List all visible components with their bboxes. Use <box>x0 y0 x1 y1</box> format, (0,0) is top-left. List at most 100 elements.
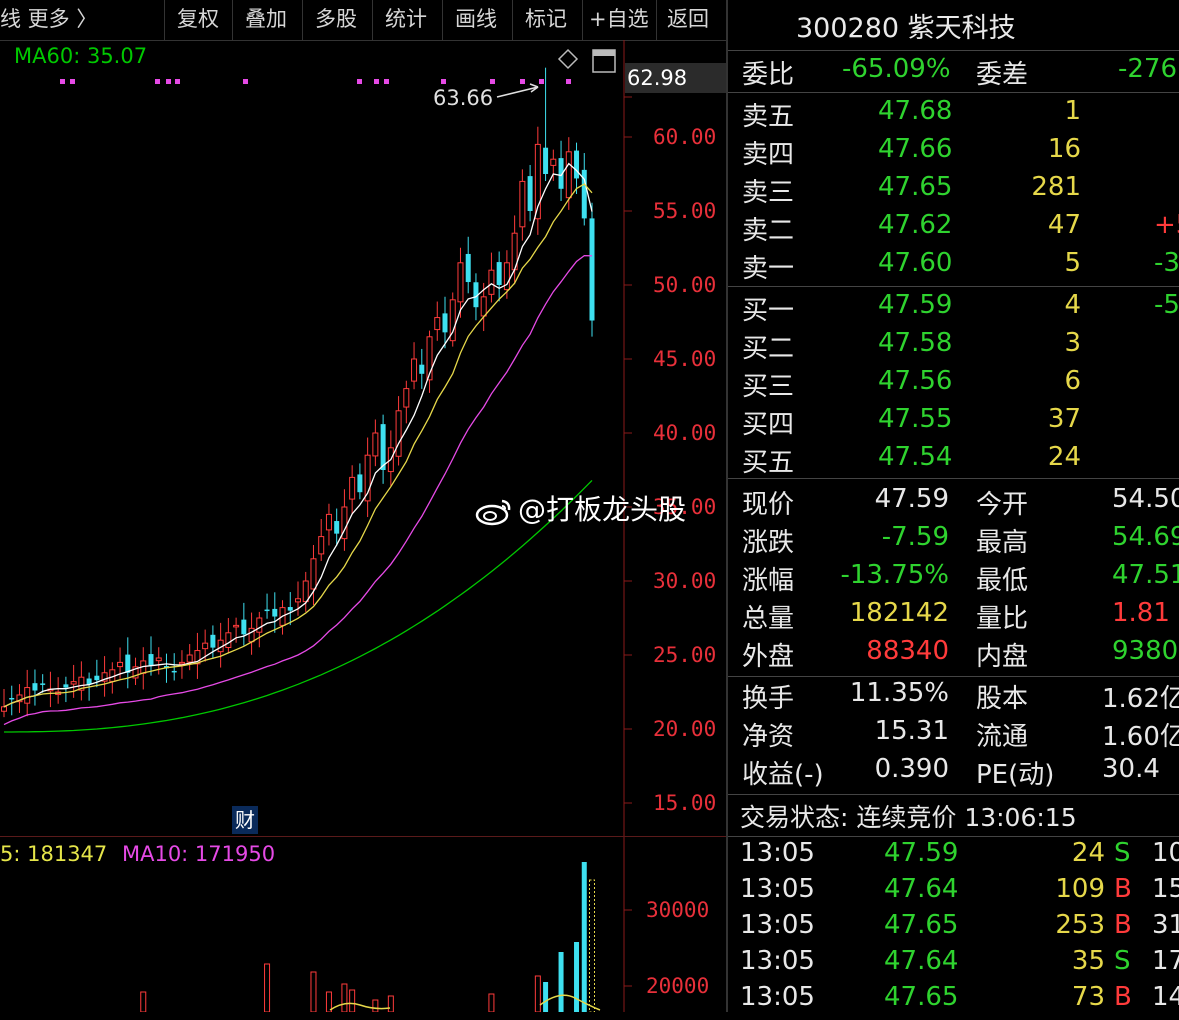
candle-body <box>411 358 418 382</box>
candle-body <box>63 684 69 688</box>
info-label: 净资 <box>742 722 795 752</box>
candle-body <box>155 657 162 662</box>
add-favorite-button[interactable]: +自选 <box>582 0 661 40</box>
weibi-label: 委比 <box>742 60 795 90</box>
stat-value: 47.51 <box>1112 560 1179 590</box>
bid-label: 买四 <box>742 410 795 440</box>
bid-label: 买二 <box>742 334 795 364</box>
volume-bar <box>488 993 495 1012</box>
candlestick-chart[interactable] <box>0 40 726 840</box>
candle-body <box>295 598 301 603</box>
weibo-watermark: @打板龙头股 <box>474 488 686 528</box>
bid-row: 买五 47.54 24 <box>728 442 1179 480</box>
candle-body <box>94 675 100 681</box>
y-tick-20: 20.00 <box>653 717 717 741</box>
tick-price: 47.59 <box>884 838 959 868</box>
ask-volume: 16 <box>1047 134 1081 164</box>
candle-body <box>488 269 495 295</box>
candle-body <box>186 654 193 663</box>
y-tick-45: 45.00 <box>653 347 717 371</box>
ask-row: 卖四 47.66 16 <box>728 134 1179 172</box>
candle-body <box>372 432 379 457</box>
tick-side: S <box>1114 838 1131 868</box>
info-label: PE(动) <box>976 760 1055 790</box>
candle-body <box>248 627 255 643</box>
candle-body <box>287 607 293 611</box>
volume-bar <box>140 991 147 1012</box>
y-tick-55: 55.00 <box>653 199 717 223</box>
volume-bar <box>387 995 394 1012</box>
info-label: 换手 <box>742 684 795 714</box>
bid-volume: 24 <box>1047 442 1081 472</box>
candle-body <box>1 706 7 712</box>
stat-label: 今开 <box>976 490 1029 520</box>
candle-body <box>349 476 356 500</box>
info-row: 净资 15.31 流通 1.60亿 <box>728 716 1179 754</box>
kline-panel[interactable]: 线 更多 〉 复权 叠加 多股 统计 画线 标记 +自选 返回 MA60: 35… <box>0 0 727 1012</box>
stat-label: 量比 <box>976 604 1029 634</box>
candle-body <box>70 681 77 685</box>
tick-side: S <box>1114 946 1131 976</box>
bid-label: 买三 <box>742 372 795 402</box>
back-button[interactable]: 返回 <box>656 0 735 40</box>
tick-volume: 73 <box>1071 982 1105 1012</box>
tick-extra: 14 <box>1152 982 1179 1012</box>
mark-button[interactable]: 标记 <box>512 0 593 40</box>
info-row: 收益(-) 0.390 PE(动) 30.4 <box>728 754 1179 792</box>
info-row: 换手 11.35% 股本 1.62亿 <box>728 678 1179 716</box>
finance-marker[interactable]: 财 <box>232 806 258 834</box>
candle-body <box>403 388 410 408</box>
candle-body <box>178 661 185 665</box>
candle-body <box>543 147 549 174</box>
stat-row: 涨幅 -13.75% 最低 47.51 <box>728 560 1179 598</box>
peak-price-label: 63.66 <box>433 86 494 110</box>
ask-price: 47.62 <box>878 210 953 240</box>
candle-body <box>256 617 263 633</box>
volume-bar <box>558 952 564 1012</box>
candle-body <box>357 474 363 493</box>
weibi-row: 委比 -65.09% 委差 -276 <box>728 54 1179 92</box>
candle-body <box>32 683 38 691</box>
tick-extra: 15 <box>1152 874 1179 904</box>
ask-change: +5 <box>1154 210 1179 240</box>
multi-stock-button[interactable]: 多股 <box>302 0 383 40</box>
tick-extra: 17 <box>1152 946 1179 976</box>
bid-row: 买二 47.58 3 <box>728 328 1179 366</box>
tick-row: 13:05 47.59 24 S 10 <box>728 838 1179 876</box>
candle-body <box>550 158 557 166</box>
stats-button[interactable]: 统计 <box>372 0 453 40</box>
stat-label: 最高 <box>976 528 1029 558</box>
ask-label: 卖四 <box>742 140 795 170</box>
stat-label: 内盘 <box>976 642 1029 672</box>
ask-change: -3 <box>1154 248 1179 278</box>
ask-volume: 281 <box>1031 172 1081 202</box>
tick-side: B <box>1114 874 1132 904</box>
volume-bars <box>140 862 595 1012</box>
candle-body <box>565 151 572 199</box>
tick-side: B <box>1114 982 1132 1012</box>
bid-price: 47.55 <box>878 404 953 434</box>
candle-body <box>496 262 502 285</box>
stat-value: 47.59 <box>874 484 949 514</box>
bid-price: 47.58 <box>878 328 953 358</box>
tick-extra: 10 <box>1152 838 1179 868</box>
tick-row: 13:05 47.65 253 B 31 <box>728 910 1179 948</box>
draw-line-button[interactable]: 画线 <box>442 0 523 40</box>
bid-row: 买三 47.56 6 <box>728 366 1179 404</box>
ask-label: 卖一 <box>742 254 795 284</box>
y-tick-40: 40.00 <box>653 421 717 445</box>
candle-body <box>264 609 270 612</box>
ask-row: 卖三 47.65 281 <box>728 172 1179 210</box>
moving-average-lines <box>3 162 593 733</box>
volume-chart[interactable] <box>0 840 726 1012</box>
candle-body <box>480 296 487 317</box>
more-menu[interactable]: 线 更多 〉 <box>0 0 97 40</box>
tick-volume: 109 <box>1055 874 1105 904</box>
weibi-value: -65.09% <box>842 54 951 84</box>
candle-body <box>574 150 580 179</box>
volume-bar <box>543 982 549 1012</box>
overlay-button[interactable]: 叠加 <box>232 0 313 40</box>
bid-volume: 3 <box>1064 328 1081 358</box>
bid-price: 47.54 <box>878 442 953 472</box>
title-separator <box>728 50 1179 51</box>
